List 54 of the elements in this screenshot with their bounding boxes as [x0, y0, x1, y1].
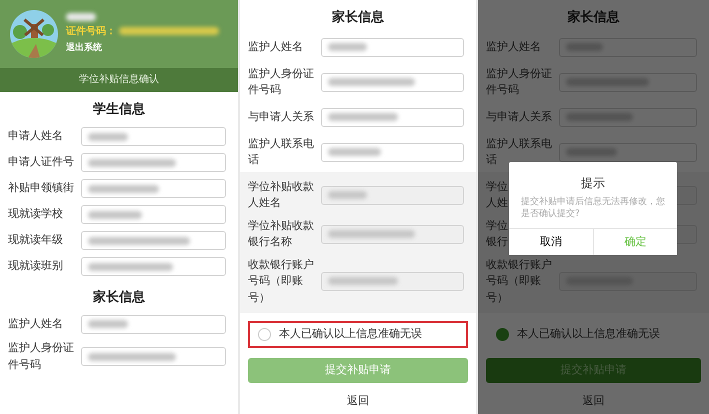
section-title: 家长信息: [566, 8, 620, 27]
section-title: 家长信息: [331, 8, 385, 27]
field-label: 监护人身份证件号码: [8, 340, 75, 372]
field-label: 监护人姓名: [248, 38, 304, 55]
field-label: 与申请人关系: [248, 108, 315, 125]
back-link[interactable]: 返回: [240, 392, 476, 409]
section-title: 学生信息: [92, 101, 146, 119]
field-label: 监护人身份证件号码: [248, 66, 315, 98]
input-field[interactable]: [321, 142, 464, 162]
checkbox-label: 本人已确认以上信息准确无误: [279, 326, 422, 342]
field-label: 监护人联系电话: [486, 136, 553, 168]
input-field[interactable]: [81, 205, 226, 224]
checkbox[interactable]: [496, 328, 509, 341]
input-field[interactable]: [321, 38, 464, 56]
dialog-title: 提示: [580, 175, 606, 192]
field-label: 与申请人关系: [486, 108, 553, 125]
section-title: 家长信息: [92, 288, 146, 306]
id-label: 证件号码：: [66, 24, 116, 39]
field-label: 收款银行账户号码（即账号）: [248, 256, 315, 306]
checkbox-label: 本人已确认以上信息准确无误: [517, 326, 660, 342]
field-label: 申请人姓名: [8, 128, 64, 144]
field-label: 学位补贴收款人姓名: [248, 178, 315, 211]
input-field[interactable]: [81, 257, 226, 276]
field-label: 补贴申领镇街: [8, 180, 75, 196]
input-field[interactable]: [81, 347, 226, 366]
field-label: 现就读班别: [8, 258, 64, 274]
input-field[interactable]: [81, 153, 226, 172]
ok-button[interactable]: 确定: [592, 229, 677, 256]
input-field[interactable]: [321, 186, 464, 204]
logout-link[interactable]: 退出系统: [66, 42, 219, 55]
checkbox[interactable]: [258, 328, 271, 341]
field-label: 学位 人姓: [486, 178, 508, 211]
back-link[interactable]: 返回: [478, 392, 709, 409]
input-field[interactable]: [81, 179, 226, 198]
input-field[interactable]: [559, 142, 697, 162]
field-label: 监护人身份证件号码: [486, 66, 553, 98]
field-label: 收款银行账户号码（即账号）: [486, 256, 553, 306]
dialog-message: 提交补贴申请后信息无法再修改，您是否确认提交?: [520, 196, 666, 222]
field-label: 学位补贴收款银行名称: [248, 218, 315, 250]
field-label: 监护人姓名: [8, 316, 64, 332]
page-subtitle-bar: 学位补贴信息确认: [0, 68, 238, 92]
input-field[interactable]: [321, 72, 464, 92]
input-field[interactable]: [321, 272, 464, 291]
field-label: 监护人联系电话: [248, 136, 315, 168]
input-field[interactable]: [321, 224, 464, 244]
field-label: 学位 银行: [486, 218, 508, 250]
field-label: 现就读年级: [8, 232, 64, 248]
field-label: 监护人姓名: [486, 38, 542, 55]
input-field[interactable]: [81, 314, 226, 334]
input-field[interactable]: [81, 231, 226, 250]
input-field[interactable]: [81, 127, 226, 146]
input-field[interactable]: [321, 108, 464, 126]
field-label: 申请人证件号: [8, 154, 75, 170]
field-label: 现就读学校: [8, 206, 64, 222]
